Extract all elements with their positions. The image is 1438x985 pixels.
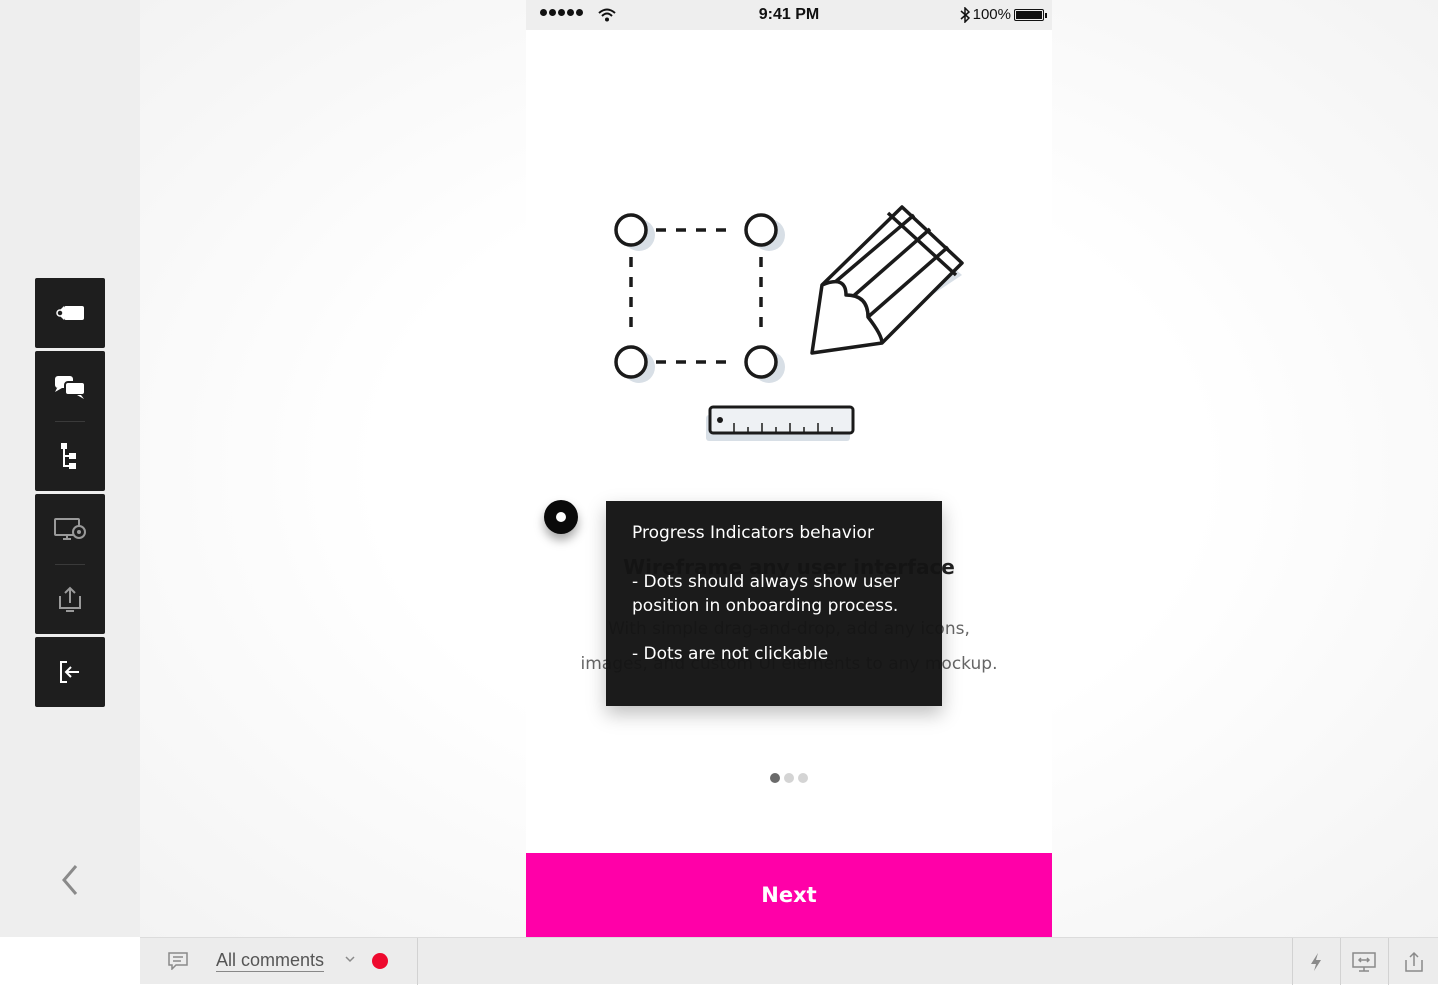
present-icon xyxy=(1352,951,1376,972)
lightning-icon xyxy=(1311,952,1321,971)
comments-icon xyxy=(55,376,86,399)
progress-indicator xyxy=(770,773,808,783)
collapse-toolbar-button[interactable] xyxy=(56,862,84,898)
comment-point-2: - Dots are not clickable xyxy=(632,644,829,664)
sitemap-button[interactable] xyxy=(35,421,105,491)
present-button[interactable] xyxy=(1340,938,1388,985)
chevron-left-icon xyxy=(62,865,78,895)
wireframe-illustration xyxy=(614,205,964,441)
status-right: 100% xyxy=(960,6,1047,23)
bottom-bar: All comments xyxy=(140,937,1438,985)
battery-icon xyxy=(1014,8,1047,21)
sitemap-icon xyxy=(61,443,76,469)
tool-group-1 xyxy=(35,278,105,348)
bluetooth-icon xyxy=(960,6,970,23)
tag-icon xyxy=(56,306,84,320)
preview-devices-icon xyxy=(54,518,86,540)
export-icon xyxy=(59,586,81,612)
progress-dot xyxy=(784,773,794,783)
comment-point-1a: - Dots should always show user xyxy=(632,572,900,592)
comment-point-1b: position in onboarding process. xyxy=(632,596,899,616)
tag-button[interactable] xyxy=(35,278,105,348)
bottom-divider xyxy=(417,938,418,985)
export-button[interactable] xyxy=(35,564,105,634)
preview-devices-button[interactable] xyxy=(35,494,105,564)
exit-button[interactable] xyxy=(35,637,105,707)
comments-filter-dropdown[interactable]: All comments xyxy=(216,949,325,972)
comment-pin[interactable] xyxy=(544,500,578,534)
exit-icon xyxy=(60,661,79,683)
status-bar: 9:41 PM 100% xyxy=(526,0,1052,30)
progress-dot xyxy=(798,773,808,783)
comment-tooltip: Progress Indicators behavior - Dots shou… xyxy=(606,501,942,706)
tool-group-4 xyxy=(35,637,105,707)
next-button[interactable]: Next xyxy=(526,853,1052,937)
chevron-down-icon[interactable] xyxy=(344,954,356,964)
left-toolbar xyxy=(0,0,140,937)
comments-button[interactable] xyxy=(35,351,105,421)
tool-group-3 xyxy=(35,494,105,634)
record-indicator[interactable] xyxy=(372,953,388,969)
comment-pin-dot xyxy=(556,512,566,522)
share-icon xyxy=(1405,951,1423,972)
comment-list-icon[interactable] xyxy=(168,952,188,970)
battery-percent: 100% xyxy=(972,6,1011,23)
share-button[interactable] xyxy=(1390,938,1438,985)
tool-group-2 xyxy=(35,351,105,491)
comment-title: Progress Indicators behavior xyxy=(632,523,874,543)
bottom-divider xyxy=(1388,938,1389,985)
phone-screen: 9:41 PM 100% icons, mockup. Next xyxy=(526,0,1052,937)
progress-dot xyxy=(770,773,780,783)
lightning-button[interactable] xyxy=(1292,938,1340,985)
